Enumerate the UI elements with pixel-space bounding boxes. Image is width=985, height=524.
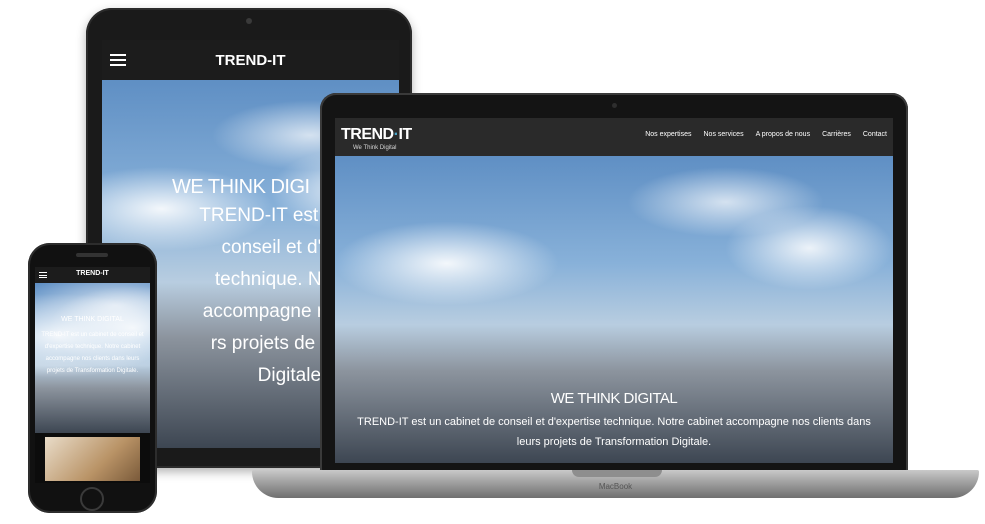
phone-screen: TREND-IT WE THINK DIGITAL TREND-IT est u…: [35, 267, 150, 483]
laptop-hero-title: WE THINK DIGITAL: [550, 390, 678, 407]
laptop-camera: [612, 103, 617, 108]
nav-link-careers[interactable]: Carrières: [822, 131, 851, 138]
phone-hero-image: WE THINK DIGITAL TREND-IT est un cabinet…: [35, 283, 150, 433]
nav-link-contact[interactable]: Contact: [863, 131, 887, 138]
logo-tagline: We Think Digital: [353, 145, 397, 151]
tablet-brand[interactable]: TREND-IT: [102, 52, 399, 69]
phone-hero-text: TREND-IT est un cabinet de conseil et d'…: [41, 332, 144, 374]
phone-brand[interactable]: TREND-IT: [35, 270, 150, 277]
logo-main-text: TREND: [341, 126, 394, 143]
laptop-notch: [572, 470, 662, 477]
site-logo[interactable]: TREND·IT: [341, 126, 412, 144]
phone-navbar: TREND-IT: [35, 267, 150, 283]
nav-link-about[interactable]: A propos de nous: [756, 131, 811, 138]
laptop-label: MacBook: [598, 482, 633, 491]
home-button[interactable]: [80, 487, 104, 511]
nav-link-expertises[interactable]: Nos expertises: [645, 131, 691, 138]
logo-accent-text: IT: [398, 126, 412, 143]
nav-link-services[interactable]: Nos services: [704, 131, 744, 138]
phone-content-photo: [45, 437, 140, 481]
tablet-camera: [246, 18, 252, 24]
laptop-base: MacBook: [252, 470, 979, 498]
tablet-navbar: TREND-IT: [102, 40, 399, 80]
laptop-hero-text: TREND-IT est un cabinet de conseil et d'…: [357, 416, 871, 448]
laptop-device: TREND·IT We Think Digital Nos expertises…: [320, 93, 908, 473]
phone-hero-title: WE THINK DIGITAL: [61, 316, 124, 323]
laptop-hero-image: WE THINK DIGITAL TREND-IT est un cabinet…: [335, 156, 893, 463]
laptop-navbar: TREND·IT We Think Digital Nos expertises…: [335, 118, 893, 156]
phone-speaker: [76, 253, 108, 257]
main-nav: Nos expertises Nos services A propos de …: [645, 131, 887, 138]
laptop-screen: TREND·IT We Think Digital Nos expertises…: [335, 118, 893, 463]
phone-device: TREND-IT WE THINK DIGITAL TREND-IT est u…: [28, 243, 157, 513]
